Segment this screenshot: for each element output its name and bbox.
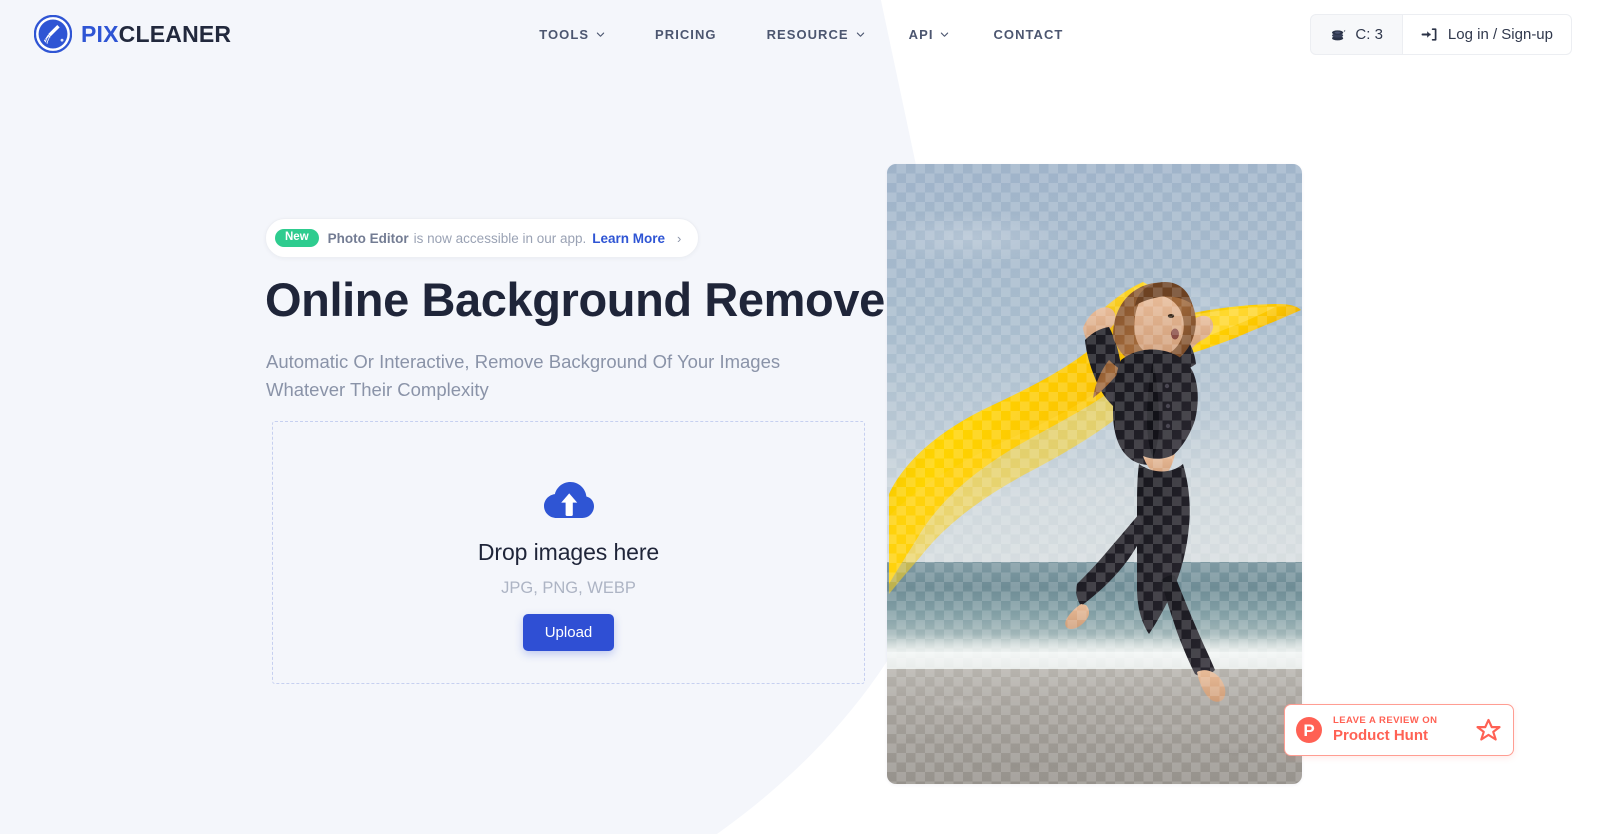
product-hunt-texts: LEAVE A REVIEW ON Product Hunt	[1333, 716, 1437, 743]
background-shape-left	[0, 0, 460, 834]
nav-item-pricing[interactable]: PRICING	[639, 19, 733, 50]
brush-circle-icon	[34, 15, 72, 53]
learn-more-link[interactable]: Learn More	[592, 231, 665, 246]
product-hunt-kicker: LEAVE A REVIEW ON	[1333, 715, 1438, 727]
dropzone-formats: JPG, PNG, WEBP	[501, 579, 636, 597]
cloud-upload-icon	[543, 482, 594, 518]
credits-button[interactable]: C: 3	[1310, 14, 1403, 55]
nav-item-tools[interactable]: TOOLS	[523, 19, 621, 50]
chevron-down-icon	[941, 32, 949, 37]
nav-item-label: TOOLS	[539, 26, 590, 42]
site-header: PIXCLEANER TOOLS PRICING RESOURCE API CO…	[0, 0, 1600, 68]
file-dropzone[interactable]: Drop images here JPG, PNG, WEBP Upload	[272, 421, 865, 684]
chevron-down-icon	[856, 32, 864, 37]
nav-item-label: RESOURCE	[766, 26, 849, 42]
login-signup-button[interactable]: Log in / Sign-up	[1402, 14, 1572, 55]
brand-name: PIXCLEANER	[81, 20, 232, 47]
coins-stack-icon	[1332, 29, 1346, 40]
upload-button[interactable]: Upload	[522, 614, 615, 651]
primary-navigation: TOOLS PRICING RESOURCE API CONTACT	[523, 19, 1079, 50]
product-hunt-logo-icon: P	[1296, 717, 1322, 743]
login-signup-label: Log in / Sign-up	[1447, 26, 1553, 43]
nav-item-label: PRICING	[655, 26, 717, 42]
chevron-right-icon: ›	[677, 230, 682, 246]
nav-item-resource[interactable]: RESOURCE	[751, 19, 881, 50]
announcement-text: is now accessible in our app.	[413, 230, 587, 246]
preview-image-card	[887, 164, 1302, 784]
announcement-banner[interactable]: New Photo Editor is now accessible in ou…	[265, 218, 700, 258]
nav-item-label: CONTACT	[993, 26, 1064, 42]
dropzone-title: Drop images here	[477, 539, 660, 565]
page-title: Online Background Remover	[265, 273, 903, 326]
preview-subject-figure	[889, 282, 1301, 702]
brand-name-cleaner: CLEANER	[118, 20, 232, 47]
product-hunt-name: Product Hunt	[1333, 726, 1428, 744]
nav-item-contact[interactable]: CONTACT	[977, 19, 1079, 50]
credits-label: C: 3	[1355, 26, 1383, 43]
login-arrow-icon	[1421, 28, 1437, 41]
new-badge: New	[275, 228, 319, 248]
brand-name-pix: PIX	[81, 20, 119, 47]
chevron-down-icon	[596, 32, 605, 37]
brand-logo[interactable]: PIXCLEANER	[34, 15, 231, 53]
nav-item-api[interactable]: API	[893, 19, 966, 50]
header-actions: C: 3 Log in / Sign-up	[1310, 14, 1572, 55]
star-outline-icon	[1476, 718, 1501, 741]
page-subtitle: Automatic Or Interactive, Remove Backgro…	[266, 351, 781, 401]
nav-item-label: API	[908, 26, 934, 42]
announcement-feature: Photo Editor	[327, 230, 409, 246]
product-hunt-badge[interactable]: P LEAVE A REVIEW ON Product Hunt	[1284, 704, 1514, 756]
